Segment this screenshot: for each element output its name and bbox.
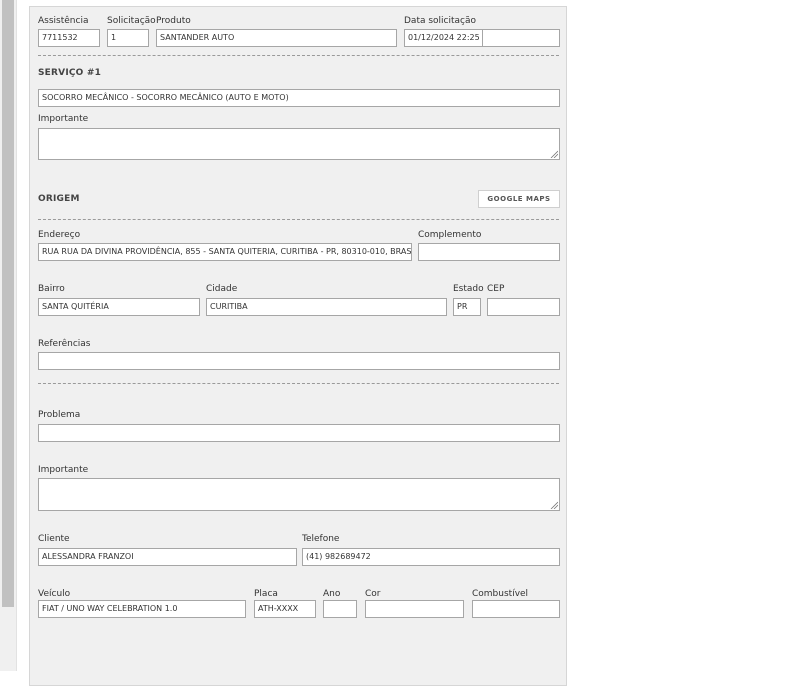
resize-grip-icon[interactable]: [550, 501, 558, 509]
cliente-label: Cliente: [38, 534, 70, 544]
referencias-label: Referências: [38, 339, 91, 349]
assistencia-label: Assistência: [38, 16, 89, 26]
referencias-field[interactable]: [38, 352, 560, 370]
importante-label: Importante: [38, 465, 89, 475]
servico-heading: SERVIÇO #1: [38, 68, 102, 78]
telefone-field[interactable]: (41) 982689472: [302, 548, 560, 566]
placa-field[interactable]: ATH-XXXX: [254, 600, 316, 618]
servico-importante-textarea[interactable]: [38, 128, 560, 160]
cor-label: Cor: [365, 589, 381, 599]
servico-importante-label: Importante: [38, 114, 89, 124]
estado-field[interactable]: PR: [453, 298, 481, 316]
data-solicitacao-label: Data solicitação: [404, 16, 477, 26]
google-maps-button[interactable]: GOOGLE MAPS: [478, 190, 560, 208]
solicitacao-label: Solicitação: [107, 16, 156, 26]
problema-label: Problema: [38, 410, 81, 420]
cep-label: CEP: [487, 284, 505, 294]
separator: [38, 383, 559, 384]
complemento-label: Complemento: [418, 230, 482, 240]
veiculo-label: Veículo: [38, 589, 71, 599]
page-scrollbar[interactable]: [0, 0, 17, 671]
endereco-label: Endereço: [38, 230, 81, 240]
endereco-field[interactable]: RUA RUA DA DIVINA PROVIDÊNCIA, 855 - SAN…: [38, 243, 412, 261]
bairro-field[interactable]: SANTA QUITÉRIA: [38, 298, 200, 316]
separator: [38, 55, 559, 56]
cidade-label: Cidade: [206, 284, 238, 294]
veiculo-field[interactable]: FIAT / UNO WAY CELEBRATION 1.0: [38, 600, 246, 618]
bairro-label: Bairro: [38, 284, 65, 294]
cor-field[interactable]: [365, 600, 464, 618]
solicitacao-field[interactable]: 1: [107, 29, 149, 47]
cliente-field[interactable]: ALESSANDRA FRANZOI: [38, 548, 297, 566]
combustivel-label: Combustível: [472, 589, 529, 599]
servico-description-field[interactable]: SOCORRO MECÂNICO - SOCORRO MECÂNICO (AUT…: [38, 89, 560, 107]
produto-label: Produto: [156, 16, 191, 26]
placa-label: Placa: [254, 589, 278, 599]
problema-field[interactable]: [38, 424, 560, 442]
telefone-label: Telefone: [302, 534, 340, 544]
service-form-panel: Assistência 7711532 Solicitação 1 Produt…: [29, 6, 567, 686]
resize-grip-icon[interactable]: [550, 150, 558, 158]
importante-textarea[interactable]: [38, 478, 560, 511]
ano-label: Ano: [323, 589, 341, 599]
produto-field[interactable]: SANTANDER AUTO: [156, 29, 397, 47]
estado-label: Estado: [453, 284, 484, 294]
ano-field[interactable]: [323, 600, 357, 618]
separator: [38, 219, 559, 220]
combustivel-field[interactable]: [472, 600, 560, 618]
complemento-field[interactable]: [418, 243, 560, 261]
data-solicitacao-field[interactable]: 01/12/2024 22:25: [404, 29, 483, 47]
cep-field[interactable]: [487, 298, 560, 316]
origem-heading: ORIGEM: [38, 194, 80, 204]
cidade-field[interactable]: CURITIBA: [206, 298, 447, 316]
scrollbar-thumb[interactable]: [2, 0, 14, 607]
assistencia-field[interactable]: 7711532: [38, 29, 100, 47]
hora-solicitacao-field[interactable]: [482, 29, 560, 47]
